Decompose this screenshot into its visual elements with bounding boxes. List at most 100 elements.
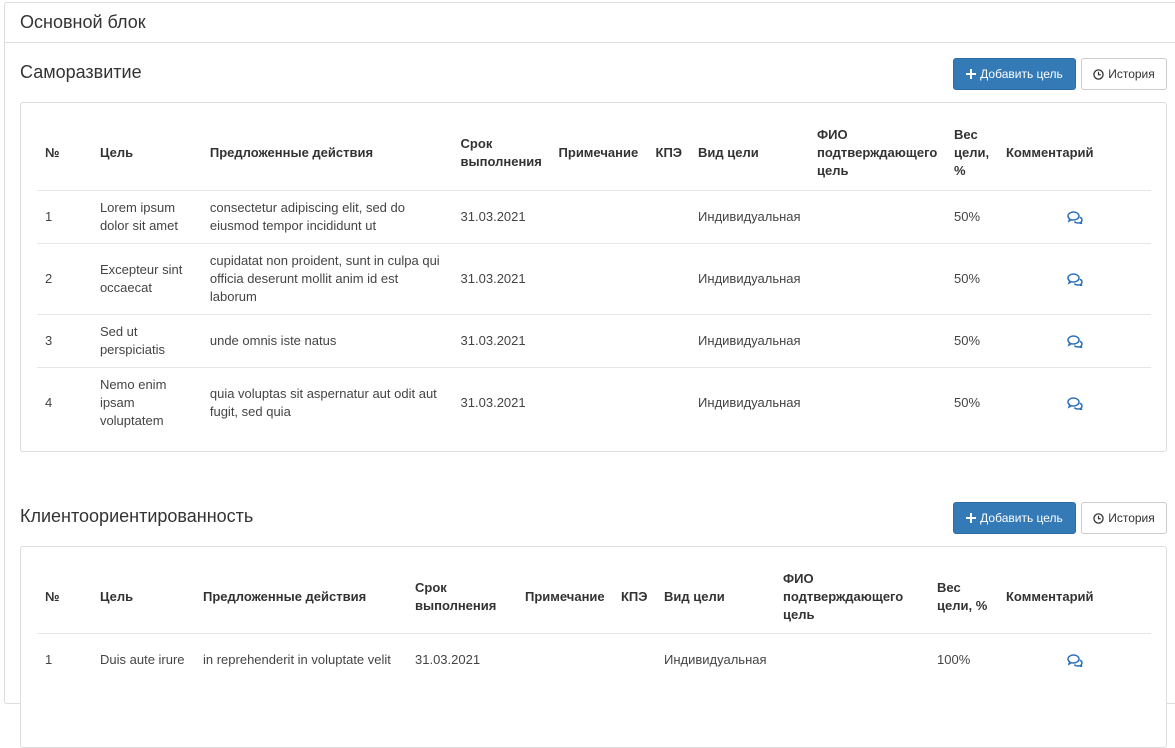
clock-icon <box>1093 68 1104 80</box>
cell-weight: 50% <box>946 313 998 367</box>
col-header-weight: Вес цели, % <box>937 579 988 613</box>
cell-actions: consectetur adipiscing elit, sed do eius… <box>201 189 453 243</box>
col-header-note: Примечание <box>558 145 639 161</box>
panel-title: Основной блок <box>5 3 1175 43</box>
cell-confirmer <box>809 189 947 243</box>
cell-weight: 50% <box>946 242 998 314</box>
col-header-note: Примечание <box>525 588 605 604</box>
comments-icon[interactable] <box>1066 334 1083 348</box>
history-label: История <box>1108 67 1155 81</box>
cell-goal: Duis aute irure <box>92 632 195 686</box>
col-header-deadline: Срок выполнения <box>415 579 497 613</box>
cell-goal-type: Индивидуальная <box>690 313 810 367</box>
col-header-confirmer: ФИО подтверждающего цель <box>783 570 904 622</box>
section-title: Саморазвитие <box>20 62 142 82</box>
cell-number: 3 <box>37 313 92 367</box>
add-goal-button[interactable]: Добавить цель <box>953 502 1076 534</box>
col-header-deadline: Срок выполнения <box>460 136 542 170</box>
cell-weight: 50% <box>946 189 998 243</box>
cell-confirmer <box>809 313 947 367</box>
cell-actions: cupidatat non proident, sunt in culpa qu… <box>201 242 453 314</box>
cell-note <box>517 632 613 686</box>
col-header-kpi: КПЭ <box>621 588 648 604</box>
cell-comment <box>998 242 1151 314</box>
goals-table-container: № Цель Предложенные действия Срок выполн… <box>20 102 1167 452</box>
cell-number: 2 <box>37 242 92 314</box>
section-title: Клиентоориентированность <box>20 506 254 526</box>
goals-table-container: № Цель Предложенные действия Срок выполн… <box>20 546 1167 748</box>
col-header-goal: Цель <box>99 145 134 161</box>
clock-icon <box>1093 512 1104 524</box>
section-header: Саморазвитие Добавить цель История <box>20 58 1167 92</box>
col-header-goal-type: Вид цели <box>664 588 725 604</box>
cell-confirmer <box>775 632 929 686</box>
col-header-actions: Предложенные действия <box>203 588 367 604</box>
cell-note <box>550 366 648 438</box>
table-row: 3 Sed ut perspiciatis unde omnis iste na… <box>37 313 1151 367</box>
cell-actions: unde omnis iste natus <box>201 313 453 367</box>
add-goal-button[interactable]: Добавить цель <box>953 58 1076 90</box>
cell-deadline: 31.03.2021 <box>452 189 551 243</box>
cell-kpi <box>647 366 691 438</box>
col-header-goal: Цель <box>100 588 134 604</box>
cell-goal-type: Индивидуальная <box>690 366 810 438</box>
goals-table: № Цель Предложенные действия Срок выполн… <box>37 561 1151 686</box>
cell-kpi <box>647 189 691 243</box>
table-header-row: № Цель Предложенные действия Срок выполн… <box>37 561 1151 633</box>
cell-note <box>550 189 648 243</box>
cell-kpi <box>647 313 691 367</box>
cell-number: 1 <box>37 189 92 243</box>
col-header-number: № <box>45 145 60 161</box>
cell-note <box>550 242 648 314</box>
cell-goal: Sed ut perspiciatis <box>91 313 202 367</box>
cell-actions: quia voluptas sit aspernatur aut odit au… <box>201 366 453 438</box>
cell-number: 4 <box>37 366 92 438</box>
comments-icon[interactable] <box>1066 210 1083 224</box>
cell-kpi <box>647 242 691 314</box>
cell-kpi <box>613 632 656 686</box>
add-goal-label: Добавить цель <box>980 511 1063 525</box>
add-goal-label: Добавить цель <box>980 67 1063 81</box>
plus-icon <box>966 69 977 79</box>
cell-weight: 100% <box>929 632 998 686</box>
cell-note <box>550 313 648 367</box>
cell-goal: Nemo enim ipsam voluptatem <box>91 366 202 438</box>
cell-deadline: 31.03.2021 <box>452 242 551 314</box>
cell-goal: Excepteur sint occaecat <box>91 242 202 314</box>
cell-goal-type: Индивидуальная <box>690 242 810 314</box>
table-header-row: № Цель Предложенные действия Срок выполн… <box>37 117 1151 190</box>
cell-actions: in reprehenderit in voluptate velit <box>195 632 407 686</box>
col-header-comment: Комментарий <box>1006 145 1094 161</box>
cell-deadline: 31.03.2021 <box>407 632 517 686</box>
goals-table: № Цель Предложенные действия Срок выполн… <box>37 117 1151 438</box>
goal-section-client-orientation: Клиентоориентированность Добавить цель И… <box>20 502 1167 748</box>
cell-confirmer <box>809 242 947 314</box>
history-label: История <box>1108 511 1155 525</box>
cell-comment <box>998 189 1151 243</box>
history-button[interactable]: История <box>1081 58 1167 90</box>
col-header-goal-type: Вид цели <box>698 145 759 161</box>
cell-goal-type: Индивидуальная <box>690 189 810 243</box>
history-button[interactable]: История <box>1081 502 1167 534</box>
col-header-comment: Комментарий <box>1006 588 1094 604</box>
comments-icon[interactable] <box>1066 272 1083 286</box>
table-row: 4 Nemo enim ipsam voluptatem quia volupt… <box>37 366 1151 438</box>
cell-deadline: 31.03.2021 <box>452 313 551 367</box>
comments-icon[interactable] <box>1066 397 1083 410</box>
cell-goal: Lorem ipsum dolor sit amet <box>91 189 202 243</box>
cell-comment <box>998 366 1151 438</box>
cell-weight: 50% <box>946 366 998 438</box>
section-header: Клиентоориентированность Добавить цель И… <box>20 502 1167 536</box>
col-header-confirmer: ФИО подтверждающего цель <box>817 127 938 179</box>
col-header-number: № <box>45 588 60 604</box>
cell-deadline: 31.03.2021 <box>452 366 551 438</box>
col-header-actions: Предложенные действия <box>209 145 374 161</box>
cell-comment <box>998 313 1151 367</box>
table-row: 1 Duis aute irure in reprehenderit in vo… <box>37 632 1151 686</box>
table-row: 2 Excepteur sint occaecat cupidatat non … <box>37 242 1151 314</box>
cell-confirmer <box>809 366 947 438</box>
cell-goal-type: Индивидуальная <box>656 632 775 686</box>
plus-icon <box>966 513 977 523</box>
goal-section-self-development: Саморазвитие Добавить цель История № Цел… <box>20 58 1167 452</box>
cell-comment <box>998 632 1151 686</box>
